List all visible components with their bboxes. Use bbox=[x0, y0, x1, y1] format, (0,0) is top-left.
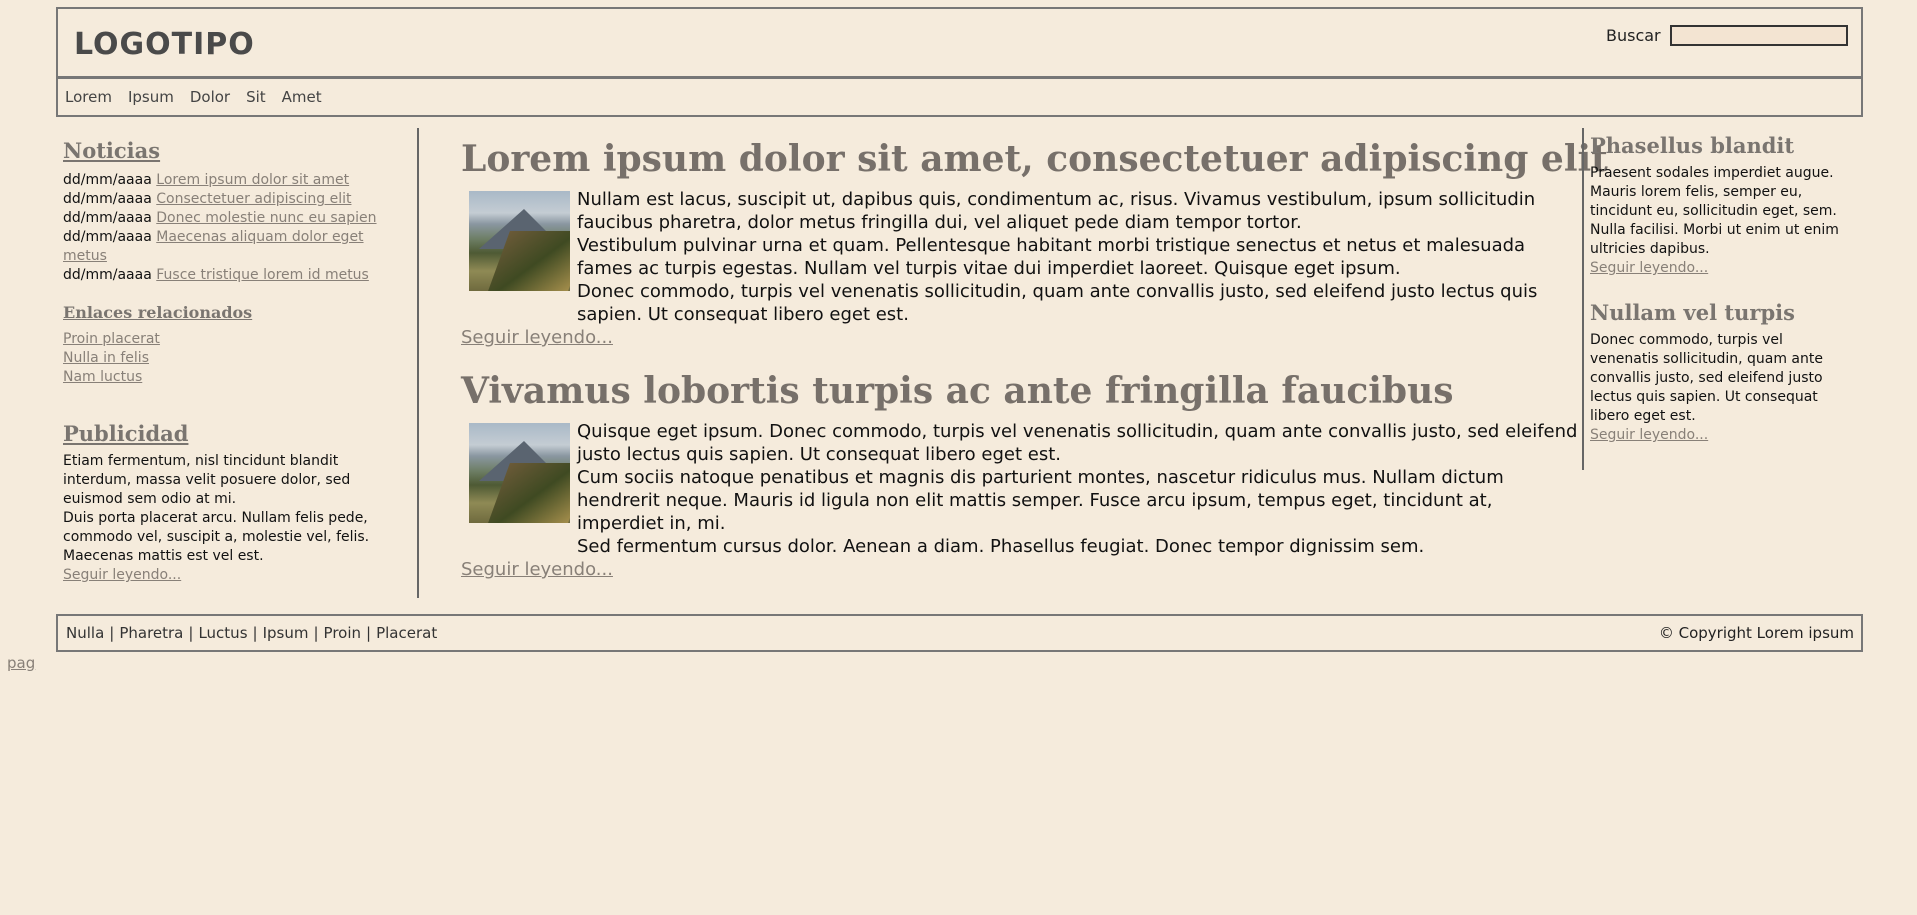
related-link[interactable]: Proin placerat bbox=[63, 330, 160, 349]
news-date: dd/mm/aaaa bbox=[63, 267, 152, 283]
main-content: Lorem ipsum dolor sit amet, consectetuer… bbox=[461, 128, 1608, 580]
ad-paragraph: Etiam fermentum, nisl tincidunt blandit … bbox=[63, 453, 351, 507]
footer-link-ipsum[interactable]: Ipsum bbox=[263, 624, 309, 642]
news-date: dd/mm/aaaa bbox=[63, 172, 152, 188]
article-title: Vivamus lobortis turpis ac ante fringill… bbox=[461, 370, 1454, 412]
news-item: dd/mm/aaaa Donec molestie nunc eu sapien bbox=[63, 209, 403, 228]
news-item: dd/mm/aaaa Consectetuer adipiscing elit bbox=[63, 190, 403, 209]
sidebar-read-more-link[interactable]: Seguir leyendo... bbox=[1590, 426, 1708, 445]
article-paragraph: Cum sociis natoque penatibus et magnis d… bbox=[577, 467, 1504, 534]
news-date: dd/mm/aaaa bbox=[63, 210, 152, 226]
article-paragraph: Nullam est lacus, suscipit ut, dapibus q… bbox=[577, 189, 1536, 233]
footer-separator: | bbox=[188, 624, 194, 642]
news-link[interactable]: Donec molestie nunc eu sapien bbox=[156, 210, 376, 226]
footer-link-luctus[interactable]: Luctus bbox=[198, 624, 247, 642]
news-item: dd/mm/aaaa Fusce tristique lorem id metu… bbox=[63, 266, 403, 285]
article-paragraph: Vestibulum pulvinar urna et quam. Pellen… bbox=[577, 235, 1526, 279]
footer-separator: | bbox=[109, 624, 115, 642]
news-link[interactable]: Consectetuer adipiscing elit bbox=[156, 191, 351, 207]
nav-item-ipsum[interactable]: Ipsum bbox=[128, 88, 174, 106]
site-logo[interactable]: LOGOTIPO bbox=[74, 27, 255, 62]
sidebar-block: Donec commodo, turpis vel venenatis soll… bbox=[1590, 331, 1850, 445]
sidebar-block: Praesent sodales imperdiet augue. Mauris… bbox=[1590, 164, 1850, 278]
nav-item-amet[interactable]: Amet bbox=[282, 88, 322, 106]
sidebar-block-title: Phasellus blandit bbox=[1590, 133, 1795, 158]
article-title: Lorem ipsum dolor sit amet, consectetuer… bbox=[461, 138, 1608, 180]
sidebar-block-text: Donec commodo, turpis vel venenatis soll… bbox=[1590, 332, 1823, 424]
news-item: dd/mm/aaaa Lorem ipsum dolor sit amet bbox=[63, 171, 403, 190]
article-paragraph: Donec commodo, turpis vel venenatis soll… bbox=[577, 281, 1538, 325]
article-body: Quisque eget ipsum. Donec commodo, turpi… bbox=[461, 420, 1591, 580]
search-input[interactable] bbox=[1670, 25, 1848, 46]
nav-item-sit[interactable]: Sit bbox=[246, 88, 266, 106]
nav-item-lorem[interactable]: Lorem bbox=[65, 88, 112, 106]
footer-link-pharetra[interactable]: Pharetra bbox=[119, 624, 183, 642]
left-sidebar: Noticias dd/mm/aaaa Lorem ipsum dolor si… bbox=[56, 128, 419, 598]
search-label: Buscar bbox=[1606, 26, 1661, 45]
sidebar-read-more-link[interactable]: Seguir leyendo... bbox=[1590, 259, 1708, 278]
related-link[interactable]: Nulla in felis bbox=[63, 349, 149, 368]
copyright-text: © Copyright Lorem ipsum bbox=[1658, 624, 1854, 642]
ad-paragraph: Duis porta placerat arcu. Nullam felis p… bbox=[63, 510, 370, 564]
news-link[interactable]: Fusce tristique lorem id metus bbox=[156, 267, 369, 283]
site-header: LOGOTIPO Buscar bbox=[56, 7, 1863, 79]
ad-read-more-link[interactable]: Seguir leyendo... bbox=[63, 566, 181, 585]
article-mountain-image bbox=[469, 423, 570, 523]
footer-link-proin[interactable]: Proin bbox=[324, 624, 361, 642]
related-links-list: Proin placerat Nulla in felis Nam luctus bbox=[63, 330, 417, 387]
sidebar-block-title: Nullam vel turpis bbox=[1590, 300, 1795, 325]
right-sidebar: Phasellus blandit Praesent sodales imper… bbox=[1582, 128, 1852, 470]
footer-separator: | bbox=[252, 624, 258, 642]
article-body: Nullam est lacus, suscipit ut, dapibus q… bbox=[461, 188, 1591, 348]
footer-separator: | bbox=[366, 624, 372, 642]
article: Vivamus lobortis turpis ac ante fringill… bbox=[461, 369, 1591, 580]
related-links-heading[interactable]: Enlaces relacionados bbox=[63, 303, 417, 322]
pag-link[interactable]: pag bbox=[7, 654, 35, 672]
news-date: dd/mm/aaaa bbox=[63, 191, 152, 207]
ad-block: Etiam fermentum, nisl tincidunt blandit … bbox=[63, 452, 393, 585]
news-item: dd/mm/aaaa Maecenas aliquam dolor eget m… bbox=[63, 228, 403, 266]
news-list: dd/mm/aaaa Lorem ipsum dolor sit amet dd… bbox=[63, 171, 417, 285]
article-paragraph: Sed fermentum cursus dolor. Aenean a dia… bbox=[577, 536, 1425, 557]
article-read-more-link[interactable]: Seguir leyendo... bbox=[461, 559, 613, 580]
news-date: dd/mm/aaaa bbox=[63, 229, 152, 245]
news-heading[interactable]: Noticias bbox=[63, 138, 417, 163]
footer-links: Nulla | Pharetra | Luctus | Ipsum | Proi… bbox=[66, 624, 437, 642]
news-link[interactable]: Lorem ipsum dolor sit amet bbox=[156, 172, 349, 188]
ad-heading[interactable]: Publicidad bbox=[63, 421, 417, 446]
main-nav: Lorem Ipsum Dolor Sit Amet bbox=[56, 79, 1863, 117]
article-paragraph: Quisque eget ipsum. Donec commodo, turpi… bbox=[577, 421, 1578, 465]
article-mountain-image bbox=[469, 191, 570, 291]
footer-link-placerat[interactable]: Placerat bbox=[376, 624, 437, 642]
sidebar-block-text: Praesent sodales imperdiet augue. Mauris… bbox=[1590, 165, 1839, 257]
article: Lorem ipsum dolor sit amet, consectetuer… bbox=[461, 137, 1608, 348]
article-read-more-link[interactable]: Seguir leyendo... bbox=[461, 327, 613, 348]
footer-link-nulla[interactable]: Nulla bbox=[66, 624, 104, 642]
site-footer: Nulla | Pharetra | Luctus | Ipsum | Proi… bbox=[56, 614, 1863, 652]
footer-separator: | bbox=[313, 624, 319, 642]
related-link[interactable]: Nam luctus bbox=[63, 368, 142, 387]
nav-item-dolor[interactable]: Dolor bbox=[190, 88, 230, 106]
